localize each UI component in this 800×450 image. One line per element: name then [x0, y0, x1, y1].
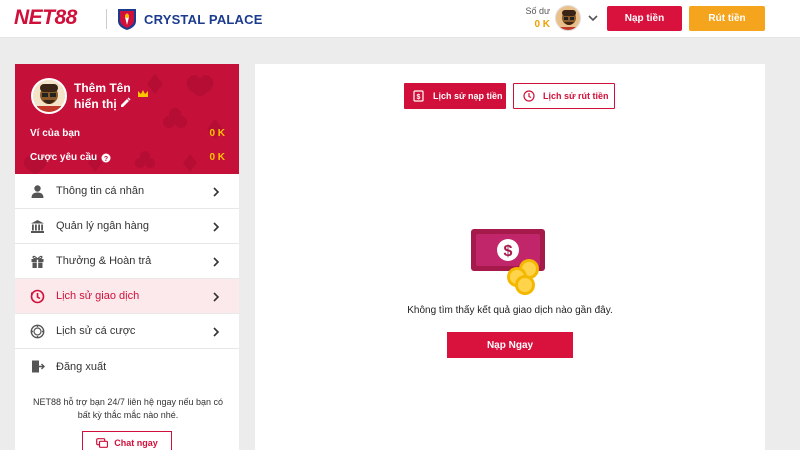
display-name[interactable]: Thêm Tên hiển thị — [74, 80, 144, 112]
edit-icon[interactable] — [120, 97, 131, 108]
help-icon[interactable]: ? — [101, 153, 111, 163]
balance-display: Số dư 0 K — [520, 6, 550, 30]
crown-icon — [138, 90, 148, 97]
account-sidebar: Thêm Tên hiển thị Ví của bạn 0 K Cược yê… — [15, 64, 239, 450]
tab-label: Lịch sử nạp tiền — [433, 91, 503, 101]
avatar-icon — [33, 80, 65, 112]
bet-requirement-text: Cược yêu cầu — [30, 152, 98, 163]
menu-label: Lịch sử giao dịch — [56, 290, 140, 302]
tab-deposit-history[interactable]: $ Lịch sử nạp tiền — [404, 83, 506, 109]
chevron-right-icon — [213, 327, 220, 337]
net88-logo[interactable]: NET88 — [14, 6, 77, 29]
gift-icon — [31, 255, 44, 268]
chevron-down-icon[interactable] — [587, 12, 599, 24]
withdraw-button[interactable]: Rút tiền — [689, 6, 765, 31]
empty-state-message: Không tìm thấy kết quả giao dịch nào gần… — [407, 305, 613, 316]
chat-icon — [96, 438, 109, 448]
club-name: CRYSTAL PALACE — [144, 11, 263, 27]
transaction-history-panel: $ Lịch sử nạp tiền Lịch sử rút tiền $ Kh… — [255, 64, 765, 450]
menu-item-transaction-history[interactable]: Lịch sử giao dịch — [15, 279, 239, 314]
empty-money-illustration: $ — [471, 229, 545, 295]
menu-label: Thông tin cá nhân — [56, 185, 145, 197]
deposit-now-button[interactable]: Nạp Ngay — [447, 332, 573, 358]
svg-text:$: $ — [504, 243, 513, 260]
svg-text:$: $ — [417, 94, 421, 101]
transaction-history-icon — [30, 289, 45, 303]
user-avatar[interactable] — [555, 5, 581, 31]
menu-label: Thưởng & Hoàn trả — [56, 255, 152, 267]
deposit-button[interactable]: Nạp tiền — [607, 6, 682, 31]
withdraw-history-icon — [523, 90, 535, 102]
menu-label: Quản lý ngân hàng — [56, 220, 149, 232]
wallet-value: 0 K — [209, 128, 225, 139]
menu-item-bank-management[interactable]: Quản lý ngân hàng — [15, 209, 239, 244]
avatar-icon — [556, 6, 580, 30]
svg-text:?: ? — [104, 156, 108, 163]
wallet-label: Ví của bạn — [30, 128, 81, 139]
bank-icon — [31, 219, 44, 233]
logout-icon — [32, 360, 45, 373]
user-icon — [31, 184, 44, 198]
menu-item-bet-history[interactable]: Lịch sử cá cược — [15, 314, 239, 349]
tab-label: Lịch sử rút tiền — [543, 91, 609, 101]
menu-item-logout[interactable]: Đăng xuất — [15, 349, 239, 384]
balance-value: 0 K — [534, 19, 550, 30]
top-header: NET88 CRYSTAL PALACE Số dư 0 K Nạp tiền … — [0, 0, 800, 38]
deposit-history-icon: $ — [413, 90, 424, 102]
menu-label: Đăng xuất — [56, 360, 107, 373]
chevron-right-icon — [213, 187, 220, 197]
club-partner: CRYSTAL PALACE — [117, 6, 263, 32]
logo-text: NET88 — [14, 6, 77, 29]
balance-label: Số dư — [525, 6, 550, 16]
menu-item-personal-info[interactable]: Thông tin cá nhân — [15, 174, 239, 209]
support-text: NET88 hỗ trợ bạn 24/7 liên hệ ngay nếu b… — [32, 397, 224, 420]
account-menu: Thông tin cá nhân Quản lý ngân hàng Thưở… — [15, 174, 239, 384]
chevron-right-icon — [213, 257, 220, 267]
chat-now-button[interactable]: Chat ngay — [82, 431, 172, 450]
logo-divider — [106, 9, 107, 29]
profile-card: Thêm Tên hiển thị Ví của bạn 0 K Cược yê… — [15, 64, 239, 174]
tab-withdraw-history[interactable]: Lịch sử rút tiền — [513, 83, 615, 109]
chevron-right-icon — [213, 222, 220, 232]
bet-history-icon — [30, 324, 45, 338]
bet-requirement-value: 0 K — [209, 152, 225, 163]
menu-label: Lịch sử cá cược — [56, 325, 136, 337]
bet-requirement-label: Cược yêu cầu ? — [30, 152, 111, 163]
menu-item-rewards[interactable]: Thưởng & Hoàn trả — [15, 244, 239, 279]
chat-now-label: Chat ngay — [114, 438, 158, 448]
crystal-palace-crest-icon — [118, 9, 136, 30]
chevron-right-icon — [213, 292, 220, 302]
profile-avatar[interactable] — [31, 78, 67, 114]
